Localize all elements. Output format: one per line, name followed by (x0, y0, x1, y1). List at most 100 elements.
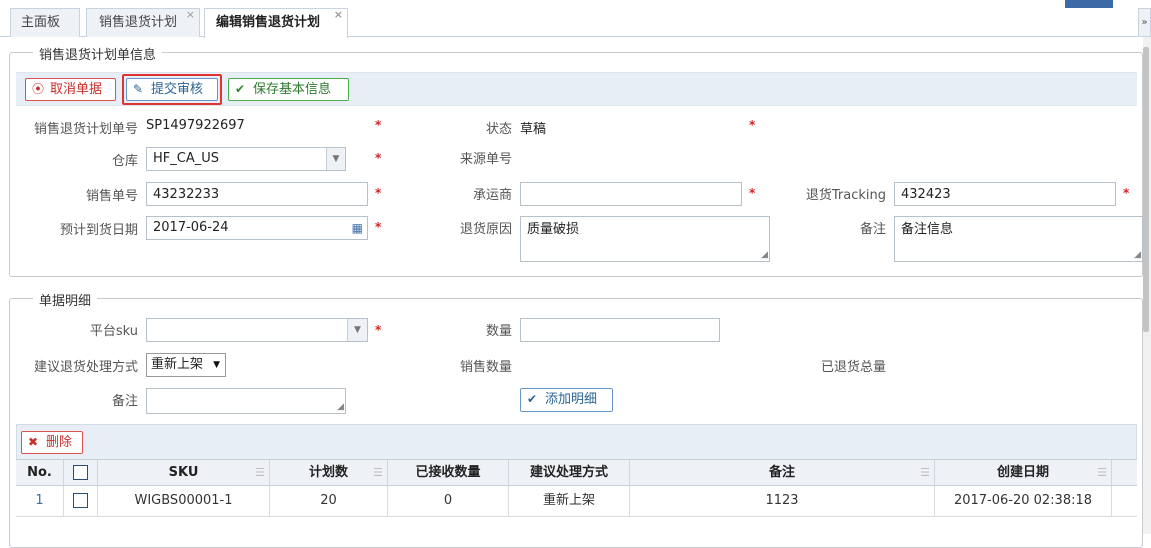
warehouse-label: 仓库 (111, 154, 138, 169)
button-label: 取消单据 (50, 82, 103, 97)
circle-dot-icon: ⦿ (32, 82, 45, 96)
tab-label: 主面板 (21, 15, 61, 30)
column-header-label: 备注 (768, 465, 795, 480)
column-menu-icon[interactable]: ☰ (920, 460, 930, 485)
status-value: 草稿 (520, 122, 547, 137)
returned-total-label: 已退货总量 (820, 360, 886, 375)
page-scrollbar[interactable] (1143, 37, 1151, 534)
tab-label: 编辑销售退货计划 (216, 15, 321, 30)
row-checkbox[interactable] (73, 493, 88, 508)
tab-close-icon[interactable]: × (334, 1, 343, 29)
carrier-input[interactable] (520, 182, 742, 206)
column-header-sku[interactable]: SKU ☰ (98, 460, 270, 486)
column-header-label: 计划数 (308, 465, 348, 480)
tab-close-icon[interactable]: × (186, 1, 195, 29)
remark-textarea[interactable]: 备注信息 ◢ (894, 216, 1143, 262)
detail-remark-label: 备注 (111, 394, 138, 409)
column-header-label: SKU (168, 465, 199, 480)
warehouse-value: HF_CA_US (153, 151, 219, 166)
row-sku: WIGBS00001-1 (98, 486, 270, 516)
sales-qty-label: 销售数量 (459, 360, 512, 375)
chevron-down-icon: ▼ (326, 148, 345, 170)
required-mark: * (375, 118, 382, 132)
tab-scroll-right-icon[interactable]: » (1138, 8, 1151, 37)
qty-label: 数量 (485, 324, 512, 339)
add-detail-button[interactable]: ✔ 添加明细 (520, 388, 613, 412)
detail-legend: 单据明细 (33, 290, 98, 309)
required-mark: * (1123, 186, 1130, 200)
reason-value: 质量破损 (527, 222, 580, 237)
required-mark: * (749, 118, 756, 132)
row-received: 0 (388, 486, 509, 516)
tab-bar: 主面板 销售退货计划 × 编辑销售退货计划 × » (0, 0, 1151, 38)
grid-header: No. SKU ☰ 计划数 ☰ 已接收数量 建议处理方式 备注 ☰ 创建日期 ☰ (16, 459, 1137, 486)
cancel-document-button[interactable]: ⦿ 取消单据 (25, 78, 116, 101)
column-header-select[interactable] (64, 460, 98, 486)
save-basic-info-button[interactable]: ✔ 保存基本信息 (228, 78, 349, 101)
chevron-down-icon: ▼ (213, 360, 220, 370)
required-mark: * (375, 151, 382, 165)
column-header-created[interactable]: 创建日期 ☰ (935, 460, 1112, 486)
platform-sku-combo[interactable]: ▼ (146, 318, 368, 342)
basic-info-legend: 销售退货计划单信息 (33, 44, 163, 63)
column-header-method[interactable]: 建议处理方式 (509, 460, 630, 486)
tracking-label: 退货Tracking (805, 188, 886, 203)
eta-label: 预计到货日期 (59, 223, 138, 238)
select-all-checkbox[interactable] (73, 465, 88, 480)
column-menu-icon[interactable]: ☰ (373, 460, 383, 485)
scrollbar-thumb[interactable] (1143, 47, 1149, 332)
button-label: 提交审核 (151, 82, 204, 97)
column-header-label: 建议处理方式 (529, 465, 608, 480)
required-mark: * (375, 186, 382, 200)
resize-grip-icon[interactable]: ◢ (337, 403, 344, 412)
eta-value: 2017-06-24 (153, 220, 229, 235)
resize-grip-icon[interactable]: ◢ (1134, 251, 1141, 260)
suggested-method-value: 重新上架 (151, 357, 204, 372)
row-no: 1 (16, 486, 64, 516)
column-header-remark[interactable]: 备注 ☰ (630, 460, 935, 486)
required-mark: * (375, 220, 382, 234)
sales-no-label: 销售单号 (85, 189, 138, 204)
source-no-label: 来源单号 (459, 152, 512, 167)
required-mark: * (749, 186, 756, 200)
warehouse-dropdown[interactable]: ▼ (326, 147, 346, 171)
carrier-label: 承运商 (472, 188, 512, 203)
table-row[interactable]: 1 WIGBS00001-1 20 0 重新上架 1123 2017-06-20… (16, 486, 1137, 517)
column-menu-icon[interactable]: ☰ (1097, 460, 1107, 485)
warehouse-combo[interactable]: HF_CA_US (146, 147, 346, 171)
column-header-planned[interactable]: 计划数 ☰ (270, 460, 388, 486)
button-label: 保存基本信息 (253, 82, 332, 97)
column-menu-icon[interactable]: ☰ (255, 460, 265, 485)
sales-no-input[interactable] (146, 182, 368, 206)
delete-button[interactable]: ✖ 删除 (21, 431, 83, 454)
detail-remark-textarea[interactable]: ◢ (146, 388, 346, 414)
calendar-icon[interactable]: ▦ (352, 217, 363, 239)
submit-review-button[interactable]: ✎ 提交审核 (126, 78, 218, 101)
tab-edit-sales-return-plan[interactable]: 编辑销售退货计划 × (204, 8, 348, 38)
reason-textarea[interactable]: 质量破损 ◢ (520, 216, 770, 262)
remark-label: 备注 (859, 222, 886, 237)
required-mark: * (375, 323, 382, 337)
qty-input[interactable] (520, 318, 720, 342)
chevron-down-icon[interactable]: ▼ (347, 319, 367, 341)
tab-dashboard[interactable]: 主面板 (10, 8, 80, 37)
tracking-input[interactable] (894, 182, 1116, 206)
plan-no-label: 销售退货计划单号 (33, 122, 138, 137)
remark-value: 备注信息 (901, 222, 954, 237)
check-icon: ✔ (527, 392, 538, 406)
row-planned: 20 (270, 486, 388, 516)
tab-sales-return-plan[interactable]: 销售退货计划 × (86, 8, 200, 37)
check-icon: ✔ (235, 82, 246, 96)
column-header-received[interactable]: 已接收数量 (388, 460, 509, 486)
eta-date-input[interactable]: 2017-06-24 ▦ (146, 216, 368, 240)
row-select-cell[interactable] (64, 486, 98, 516)
resize-grip-icon[interactable]: ◢ (761, 251, 768, 260)
plan-no-value: SP1497922697 (146, 118, 245, 133)
tab-bar-accent (1065, 0, 1113, 8)
row-remark: 1123 (630, 486, 935, 516)
tab-label: 销售退货计划 (99, 15, 178, 30)
suggested-method-select[interactable]: 重新上架 ▼ (146, 353, 226, 377)
reason-label: 退货原因 (459, 222, 512, 237)
row-created: 2017-06-20 02:38:18 (935, 486, 1112, 516)
platform-sku-label: 平台sku (89, 324, 138, 339)
